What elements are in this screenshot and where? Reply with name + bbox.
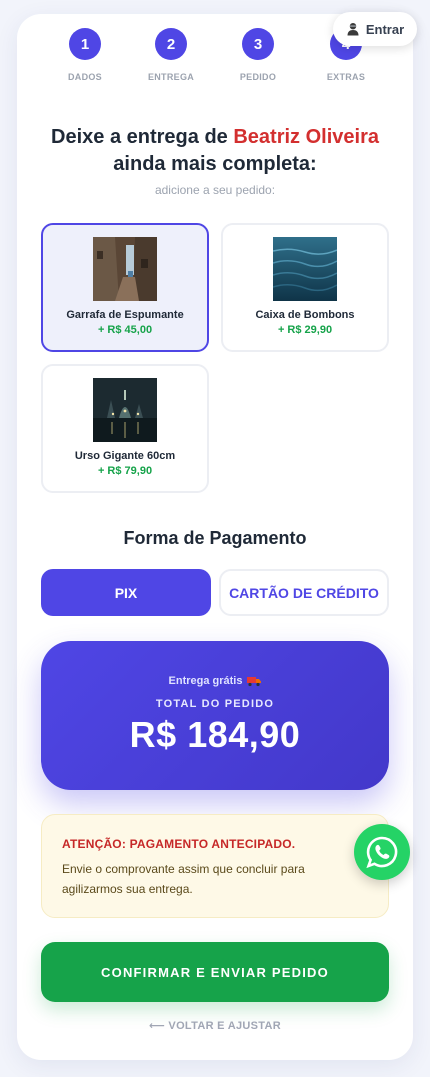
confirm-order-button[interactable]: CONFIRMAR E ENVIAR PEDIDO (41, 942, 389, 1002)
recipient-name: Beatriz Oliveira (233, 126, 379, 148)
product-name: Caixa de Bombons (255, 309, 355, 321)
whatsapp-button[interactable] (354, 824, 410, 880)
back-link[interactable]: ⟵ VOLTAR E AJUSTAR (17, 1019, 413, 1032)
product-card-espumante[interactable]: Garrafa de Espumante + R$ 45,00 (41, 223, 209, 352)
step-number: 3 (242, 28, 274, 60)
product-image (273, 237, 337, 301)
total-value: R$ 184,90 (129, 714, 301, 755)
user-icon (347, 23, 359, 36)
product-price: + R$ 45,00 (97, 324, 153, 336)
shipping-text: Entrega grátis (168, 675, 243, 687)
product-price: + R$ 29,90 (277, 324, 333, 336)
total-label: TOTAL DO PEDIDO (155, 698, 275, 710)
step-label: PEDIDO (239, 72, 277, 82)
step-pedido[interactable]: 3 PEDIDO (218, 28, 298, 82)
step-entrega[interactable]: 2 ENTREGA (131, 28, 211, 82)
truck-icon (247, 676, 262, 686)
product-name: Garrafa de Espumante (66, 309, 184, 321)
shipping-note: Entrega grátis (41, 675, 389, 687)
product-name: Urso Gigante 60cm (74, 450, 176, 462)
step-label: EXTRAS (326, 72, 366, 82)
step-number: 1 (69, 28, 101, 60)
title-suffix: ainda mais completa: (113, 153, 317, 175)
step-label: DADOS (67, 72, 102, 82)
title-prefix: Deixe a entrega de (51, 126, 228, 148)
payment-title: Forma de Pagamento (123, 528, 307, 548)
step-dados[interactable]: 1 DADOS (45, 28, 125, 82)
notice-body: Envie o comprovante assim que concluir p… (62, 862, 305, 896)
product-card-bombons[interactable]: Caixa de Bombons + R$ 29,90 (221, 223, 389, 352)
order-total-box: Entrega grátis TOTAL DO PEDIDO R$ 184,90 (41, 641, 389, 790)
notice-title: ATENÇÃO: PAGAMENTO ANTECIPADO. (62, 837, 296, 851)
step-number: 2 (155, 28, 187, 60)
login-label: Entrar (365, 21, 405, 37)
pix-button[interactable]: PIX (41, 569, 211, 616)
product-price: + R$ 79,90 (97, 465, 153, 477)
product-card-urso[interactable]: Urso Gigante 60cm + R$ 79,90 (41, 364, 209, 493)
advance-payment-notice: ATENÇÃO: PAGAMENTO ANTECIPADO. Envie o c… (41, 814, 389, 918)
product-image (93, 237, 157, 301)
step-label: ENTREGA (147, 72, 195, 82)
login-button[interactable]: Entrar (333, 12, 417, 46)
page-subtitle: adicione a seu pedido: (154, 183, 276, 197)
page-title: Deixe a entrega de Beatriz Oliveira aind… (17, 124, 413, 178)
whatsapp-icon (366, 836, 398, 869)
product-image (93, 378, 157, 442)
credit-card-button[interactable]: CARTÃO DE CRÉDITO (219, 569, 389, 616)
